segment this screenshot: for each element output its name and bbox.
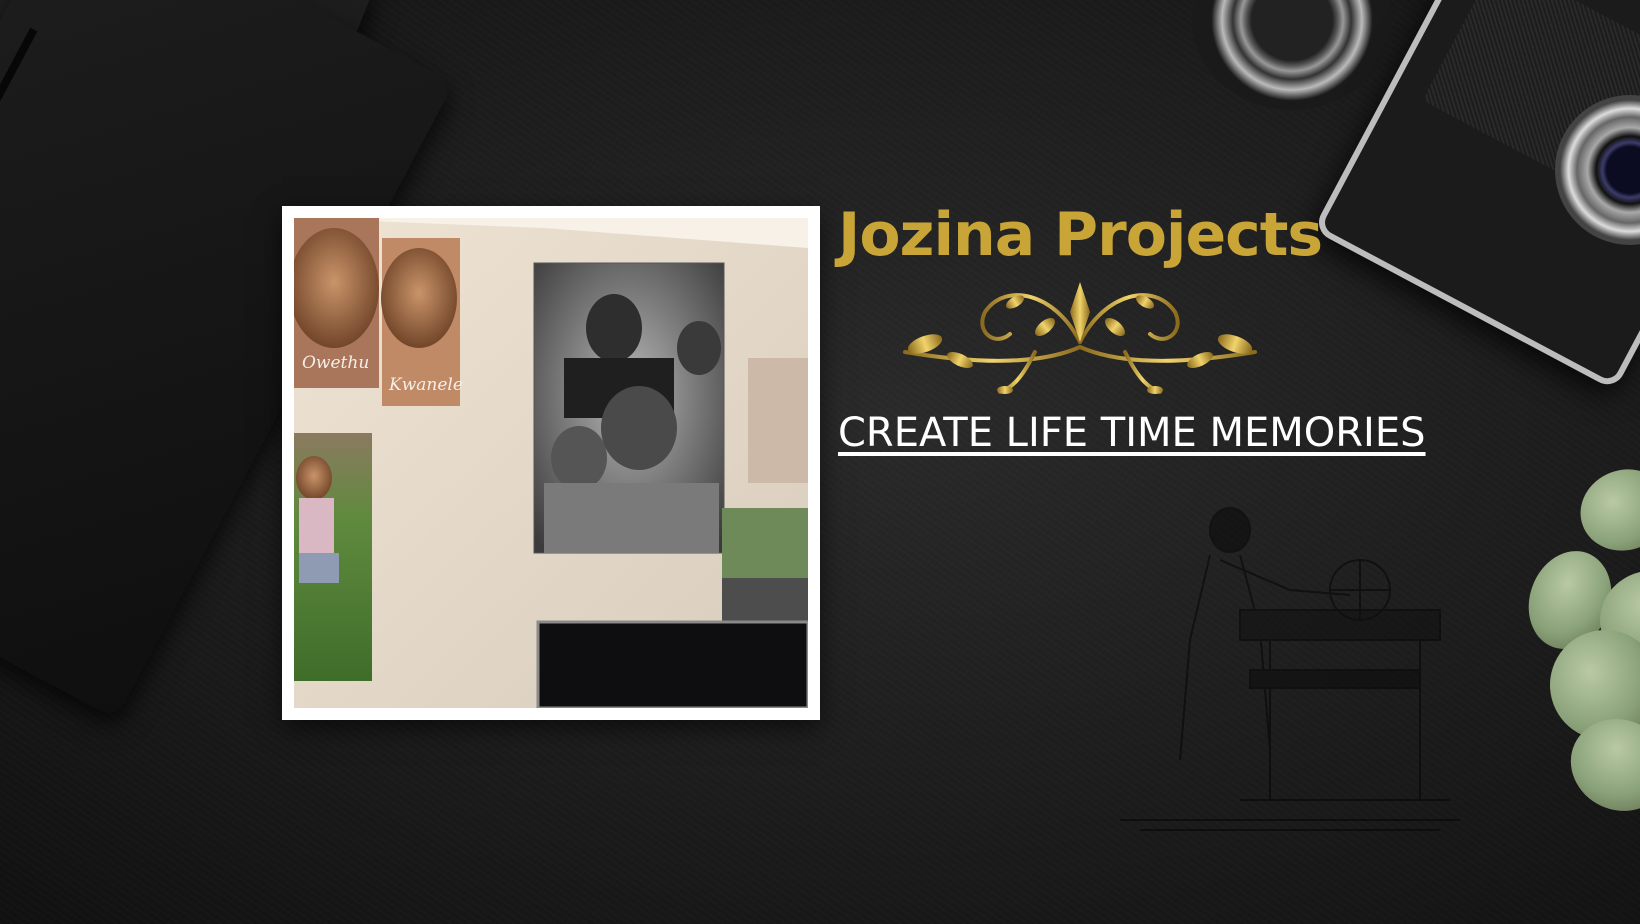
- baby-canvases: Owethu Kwanele: [294, 218, 463, 406]
- brand-title: Jozina Projects: [838, 200, 1323, 270]
- family-wall-photo: Owethu Kwanele: [294, 218, 808, 708]
- photo-scene: Owethu Kwanele: [294, 218, 808, 708]
- notebook-elastic-band: [0, 27, 38, 526]
- camera-lens-top: [1192, 0, 1392, 110]
- ornament-flourish-icon: [903, 282, 1257, 394]
- photo-frame: Owethu Kwanele: [282, 206, 820, 720]
- brand-tagline: CREATE LIFE TIME MEMORIES: [838, 410, 1426, 456]
- printing-press-engraving-icon: [1120, 507, 1460, 831]
- canvas-caption-owethu: Owethu: [302, 353, 369, 373]
- succulent-plant: [1510, 457, 1640, 830]
- family-bw-canvas: [533, 262, 725, 554]
- canvas-caption-kwanele: Kwanele: [388, 375, 463, 395]
- toddler-canvas: [294, 433, 372, 681]
